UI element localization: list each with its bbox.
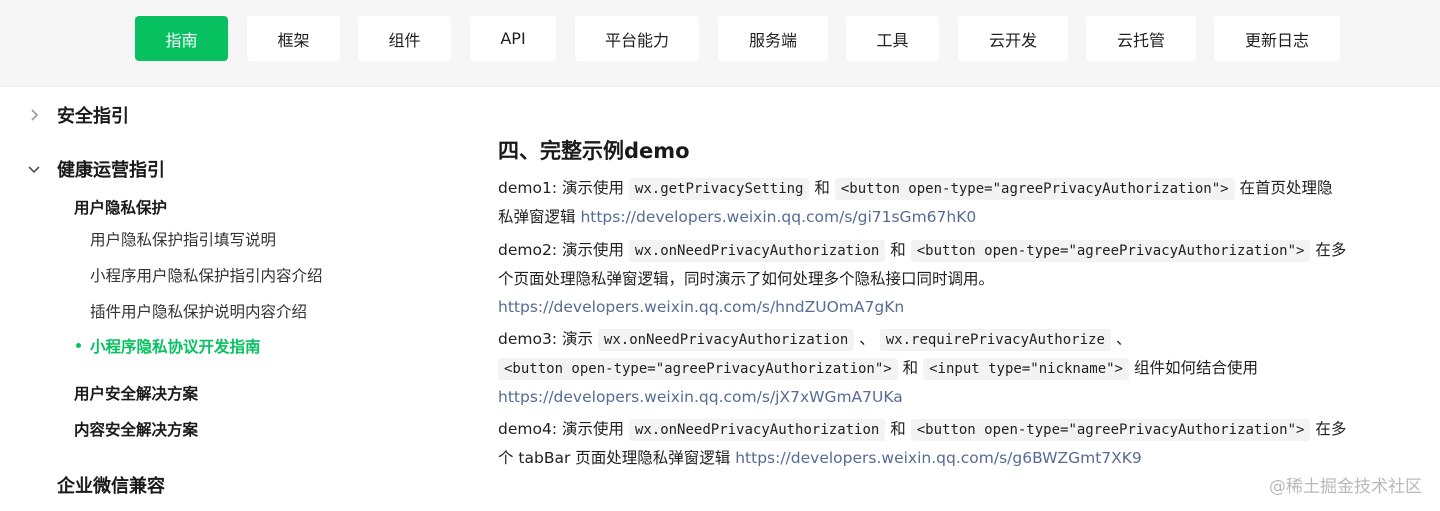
demo3-code-require: wx.requirePrivacyAuthorize	[879, 329, 1111, 351]
sidebar-item-privacy-guide-filling[interactable]: 用户隐私保护指引填写说明	[90, 228, 276, 250]
sidebar: 安全指引 健康运营指引 用户隐私保护 用户隐私保护指引填写说明 小程序用户隐私保…	[0, 87, 385, 511]
chevron-right-icon[interactable]	[26, 107, 42, 123]
demo3-code-api: wx.onNeedPrivacyAuthorization	[597, 329, 855, 351]
demo3-and: 和	[902, 359, 919, 377]
sidebar-item-health[interactable]: 健康运营指引	[57, 157, 165, 181]
demo1-link[interactable]: https://developers.weixin.qq.com/s/gi71s…	[580, 208, 976, 226]
demo1-and: 和	[814, 179, 830, 197]
demo2-code-button: <button open-type="agreePrivacyAuthoriza…	[910, 240, 1311, 262]
tab-guide[interactable]: 指南	[135, 16, 228, 61]
sidebar-item-label: 小程序隐私协议开发指南	[90, 338, 261, 356]
tab-api[interactable]: API	[470, 16, 556, 61]
demo1-code-button: <button open-type="agreePrivacyAuthoriza…	[834, 178, 1235, 200]
sidebar-item-user-security[interactable]: 用户安全解决方案	[74, 382, 198, 404]
sidebar-item-privacy[interactable]: 用户隐私保护	[74, 196, 167, 218]
sidebar-item-label: 用户安全解决方案	[74, 385, 199, 403]
demo1-lead: demo1: 演示使用	[498, 179, 624, 197]
tab-platform-capabilities[interactable]: 平台能力	[575, 16, 699, 61]
sidebar-item-privacy-guide-intro[interactable]: 小程序用户隐私保护指引内容介绍	[90, 264, 323, 286]
demo3-tail: 组件如何结合使用	[1133, 359, 1258, 377]
sidebar-item-wecom[interactable]: 企业微信兼容	[57, 473, 165, 497]
demo3-code-button: <button open-type="agreePrivacyAuthoriza…	[498, 358, 898, 380]
demo4-code-button: <button open-type="agreePrivacyAuthoriza…	[910, 419, 1311, 441]
demo1-code-api: wx.getPrivacySetting	[628, 178, 810, 200]
sidebar-item-content-security[interactable]: 内容安全解决方案	[74, 418, 198, 440]
demo2-lead: demo2: 演示使用	[498, 241, 624, 259]
demo3-sep1: 、	[859, 330, 875, 348]
sidebar-item-label: 用户隐私保护指引填写说明	[90, 231, 277, 249]
demo4-code-api: wx.onNeedPrivacyAuthorization	[628, 419, 886, 441]
demo3-link[interactable]: https://developers.weixin.qq.com/s/jX7xW…	[498, 388, 903, 406]
demo4-and: 和	[890, 420, 906, 438]
sidebar-item-label: 用户隐私保护	[74, 199, 168, 217]
demo3-code-input: <input type="nickname">	[923, 358, 1129, 380]
demo4-lead: demo4: 演示使用	[498, 420, 624, 438]
sidebar-item-label: 内容安全解决方案	[74, 421, 199, 439]
demo4-paragraph: demo4: 演示使用 wx.onNeedPrivacyAuthorizatio…	[498, 415, 1348, 472]
tab-cloud-hosting[interactable]: 云托管	[1086, 16, 1196, 61]
tab-changelog[interactable]: 更新日志	[1214, 16, 1340, 61]
tab-components[interactable]: 组件	[358, 16, 451, 61]
demo2-and: 和	[890, 241, 906, 259]
demo3-lead: demo3: 演示	[498, 330, 593, 348]
watermark: @稀土掘金技术社区	[1269, 477, 1422, 497]
section-heading: 四、完整示例demo	[498, 139, 690, 163]
sidebar-item-privacy-dev-guide[interactable]: 小程序隐私协议开发指南	[90, 335, 261, 357]
sidebar-item-plugin-privacy-intro[interactable]: 插件用户隐私保护说明内容介绍	[90, 300, 307, 322]
top-nav: 指南 框架 组件 API 平台能力 服务端 工具 云开发 云托管 更新日志	[0, 0, 1440, 87]
demo2-code-api: wx.onNeedPrivacyAuthorization	[628, 240, 886, 262]
sidebar-item-security[interactable]: 安全指引	[57, 103, 129, 127]
tab-cloud-development[interactable]: 云开发	[958, 16, 1068, 61]
tab-tools[interactable]: 工具	[846, 16, 939, 61]
sidebar-item-label: 健康运营指引	[57, 160, 165, 181]
sidebar-item-label: 小程序用户隐私保护指引内容介绍	[90, 267, 323, 285]
demo2-paragraph: demo2: 演示使用 wx.onNeedPrivacyAuthorizatio…	[498, 236, 1348, 321]
tab-framework[interactable]: 框架	[247, 16, 340, 61]
demo1-paragraph: demo1: 演示使用 wx.getPrivacySetting 和 <butt…	[498, 174, 1348, 231]
demo4-link[interactable]: https://developers.weixin.qq.com/s/g6BWZ…	[735, 449, 1142, 467]
chevron-down-icon[interactable]	[26, 161, 42, 177]
sidebar-item-label: 插件用户隐私保护说明内容介绍	[90, 303, 308, 321]
demo3-paragraph: demo3: 演示 wx.onNeedPrivacyAuthorization …	[498, 325, 1348, 411]
sidebar-item-label: 企业微信兼容	[57, 476, 165, 497]
tab-server[interactable]: 服务端	[718, 16, 828, 61]
demo3-sep2: 、	[1115, 330, 1132, 348]
demo2-link[interactable]: https://developers.weixin.qq.com/s/hndZU…	[498, 298, 904, 316]
active-dot-icon	[76, 343, 81, 348]
sidebar-item-label: 安全指引	[57, 106, 129, 127]
